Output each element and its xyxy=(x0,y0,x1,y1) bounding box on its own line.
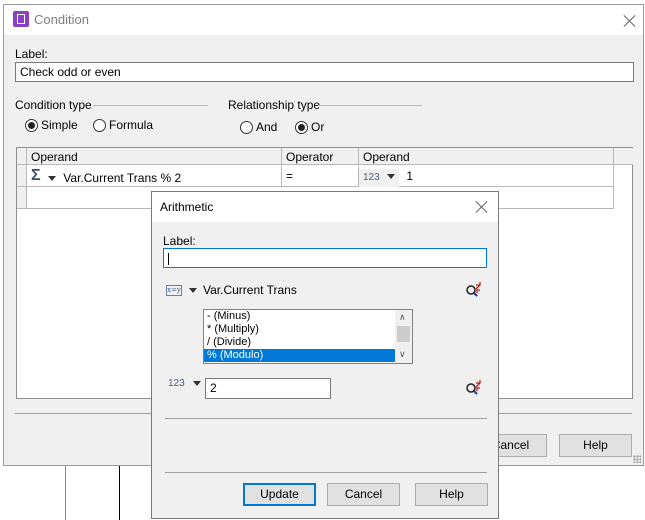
operator-cell[interactable]: = xyxy=(282,165,359,187)
radio-formula[interactable]: Formula xyxy=(93,118,153,132)
row-selector[interactable] xyxy=(17,187,27,209)
radio-dot xyxy=(295,120,308,134)
title-bar: Arithmetic xyxy=(152,192,498,222)
condition-app-icon xyxy=(13,11,29,27)
number-type-icon[interactable]: 123 xyxy=(168,378,185,389)
column-header-operator[interactable]: Operator xyxy=(282,148,359,165)
right-operand-cell[interactable]: 123 1 xyxy=(359,165,614,187)
sigma-icon[interactable]: Σ xyxy=(31,167,41,184)
operator-option-minus[interactable]: - (Minus) xyxy=(204,310,395,323)
left-operand-value: Var.Current Trans xyxy=(203,283,297,297)
number-type-icon: 123 xyxy=(363,172,380,183)
label-input[interactable] xyxy=(163,248,487,268)
dropdown-arrow-icon[interactable] xyxy=(47,176,56,182)
title-bar: Condition xyxy=(4,5,643,35)
operator-option-divide[interactable]: / (Divide) xyxy=(204,336,395,349)
dropdown-arrow-icon[interactable] xyxy=(189,287,197,293)
radio-label: Simple xyxy=(41,118,78,132)
radio-or[interactable]: Or xyxy=(295,120,324,134)
search-replace-icon[interactable] xyxy=(465,379,483,395)
background-line xyxy=(65,466,66,520)
divider xyxy=(165,418,487,419)
operator-option-modulo[interactable]: % (Modulo) xyxy=(204,349,395,362)
radio-label: And xyxy=(256,120,278,134)
row-selector[interactable] xyxy=(17,165,27,187)
variable-icon[interactable]: x=y xyxy=(166,284,182,296)
update-button[interactable]: Update xyxy=(243,483,316,506)
close-icon[interactable] xyxy=(474,199,490,215)
window-title: Condition xyxy=(34,12,89,27)
column-header-right-operand[interactable]: Operand xyxy=(359,148,614,165)
dropdown-arrow-icon xyxy=(387,174,396,180)
left-operand-cell[interactable]: Σ Var.Current Trans % 2 xyxy=(27,165,282,187)
dropdown-arrow-icon[interactable] xyxy=(192,381,201,386)
help-button[interactable]: Help xyxy=(415,483,488,506)
radio-label: Formula xyxy=(109,118,154,132)
divider xyxy=(93,105,208,106)
grid-vertical-strip xyxy=(614,148,633,165)
cancel-button[interactable]: Cancel xyxy=(327,483,400,506)
label-caption: Label: xyxy=(15,47,48,61)
column-header-left-operand[interactable]: Operand xyxy=(27,148,282,165)
search-replace-icon[interactable] xyxy=(465,281,483,297)
help-button[interactable]: Help xyxy=(559,434,632,457)
radio-dot xyxy=(25,118,38,132)
left-operand-value: Var.Current Trans % 2 xyxy=(63,171,182,185)
row-header-corner xyxy=(17,148,27,165)
close-icon[interactable] xyxy=(622,13,638,29)
type-selector[interactable]: 123 xyxy=(359,169,400,187)
right-operand-input[interactable]: 2 xyxy=(205,378,331,399)
scroll-down-icon[interactable]: ∨ xyxy=(399,349,406,360)
dialog-title: Arithmetic xyxy=(160,200,214,214)
label-input[interactable]: Check odd or even xyxy=(15,62,634,82)
condition-type-caption: Condition type xyxy=(15,98,92,112)
radio-label: Or xyxy=(311,120,325,134)
text-cursor xyxy=(168,252,169,265)
radio-and[interactable]: And xyxy=(240,120,277,134)
left-operand-row: x=y Var.Current Trans xyxy=(166,283,297,297)
scrollbar-thumb[interactable] xyxy=(397,326,410,342)
right-operand-value: 1 xyxy=(406,169,414,183)
divider xyxy=(165,472,487,473)
arithmetic-dialog: Arithmetic Label: x=y Var.Current Trans … xyxy=(151,191,499,519)
listbox-scrollbar[interactable]: ∧ ∨ xyxy=(395,310,412,363)
label-caption: Label: xyxy=(163,234,196,248)
background-line xyxy=(119,466,120,520)
scroll-up-icon[interactable]: ∧ xyxy=(399,312,406,323)
right-operand-row: 123 xyxy=(168,378,207,389)
operator-option-multiply[interactable]: * (Multiply) xyxy=(204,323,395,336)
divider xyxy=(318,105,422,106)
radio-dot xyxy=(93,118,106,132)
resize-grip-icon[interactable] xyxy=(633,455,641,463)
radio-dot xyxy=(240,120,253,134)
radio-simple[interactable]: Simple xyxy=(25,118,78,132)
operator-listbox[interactable]: - (Minus) * (Multiply) / (Divide) % (Mod… xyxy=(203,309,413,364)
relationship-type-caption: Relationship type xyxy=(228,98,321,112)
